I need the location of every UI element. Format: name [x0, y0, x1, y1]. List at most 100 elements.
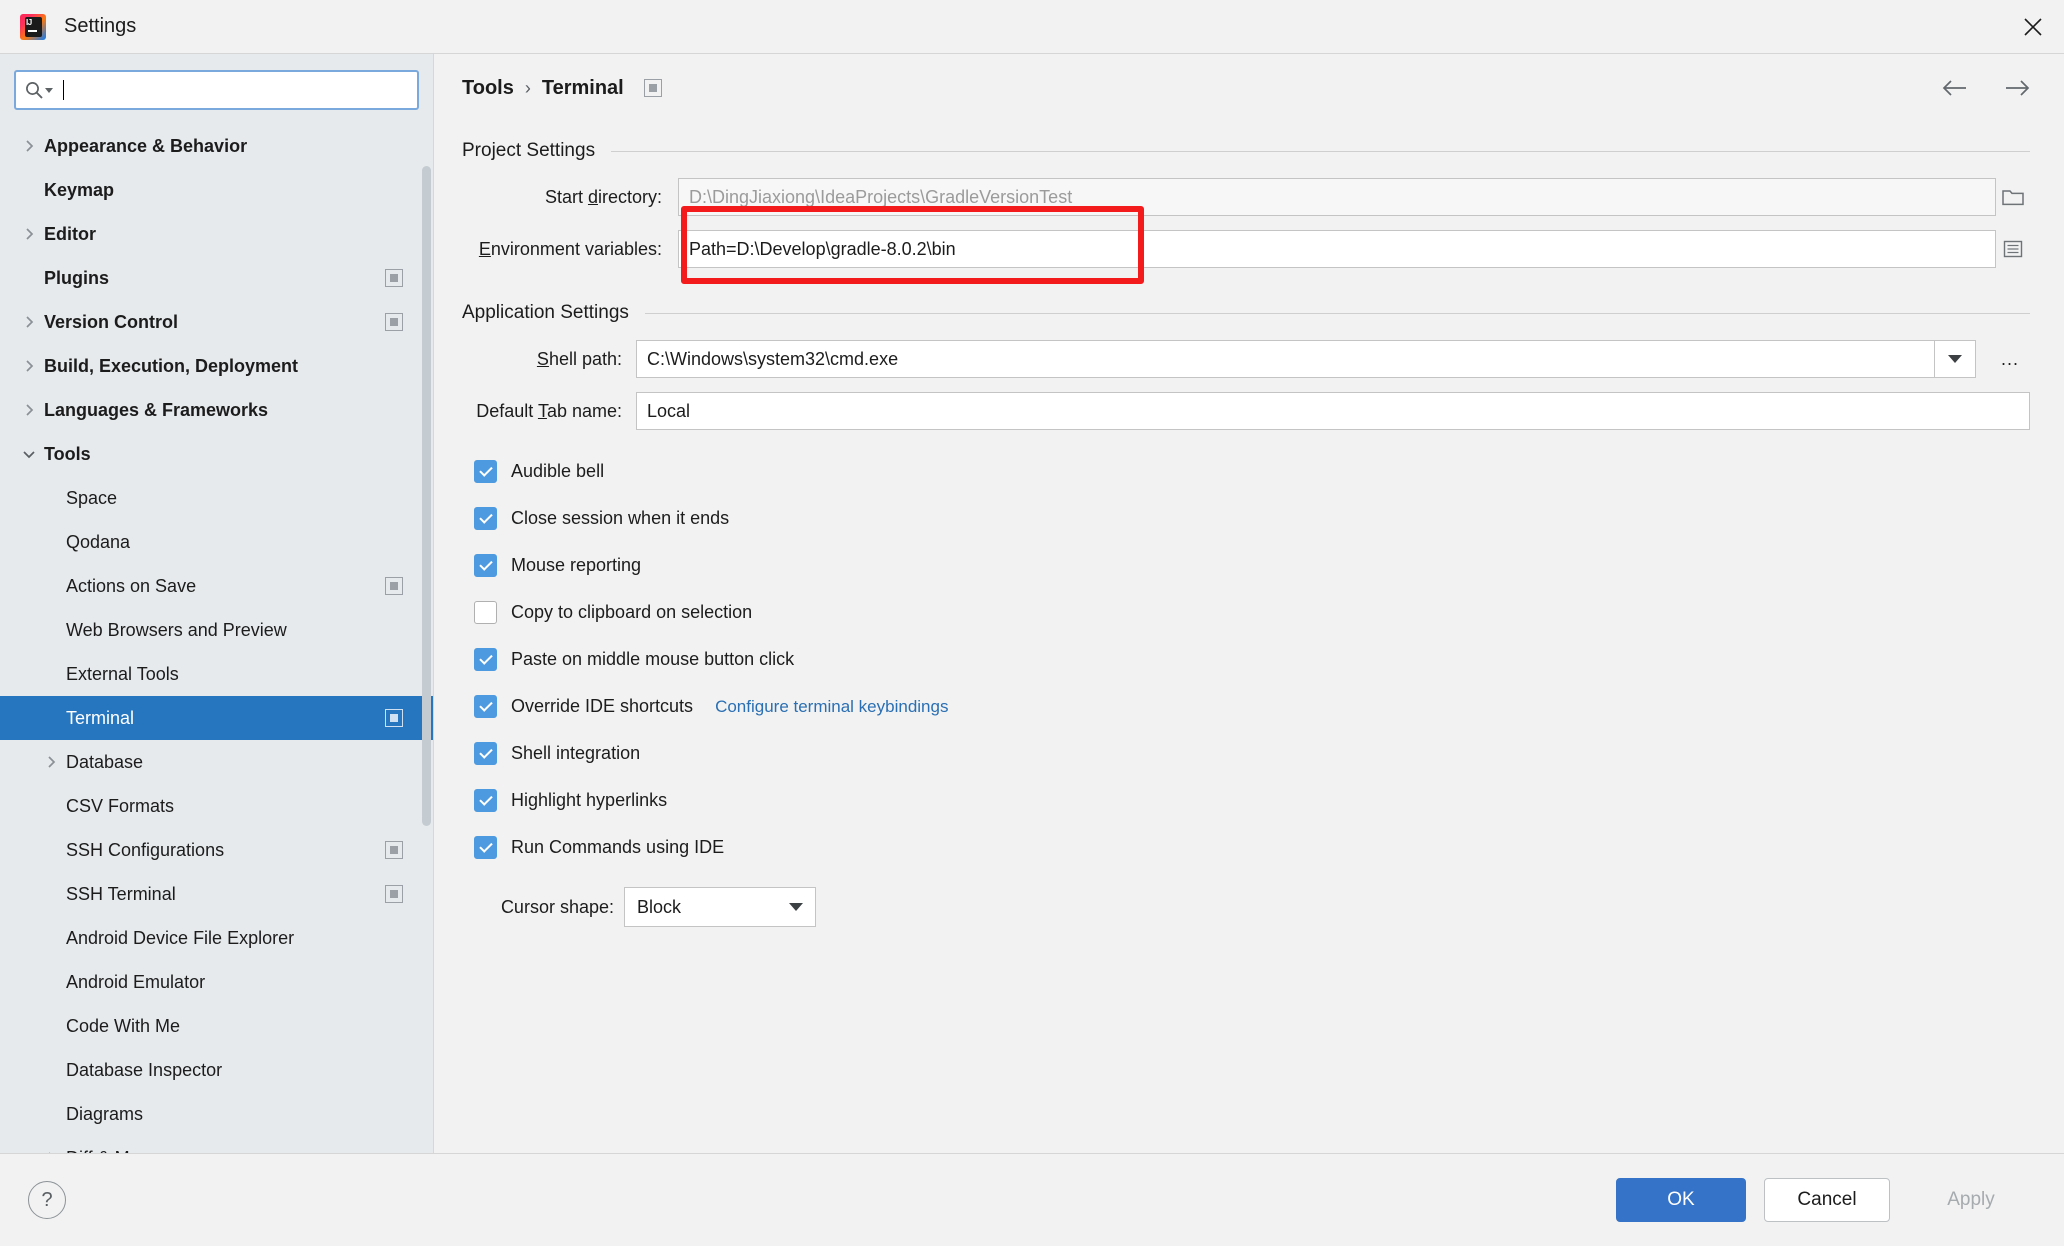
settings-tree[interactable]: Appearance & Behavior Keymap Editor Plugins… — [0, 120, 433, 1153]
chevron-right-icon[interactable] — [14, 227, 44, 241]
checkbox-label[interactable]: Copy to clipboard on selection — [511, 602, 752, 623]
checkbox-row: Highlight hyperlinks — [474, 777, 2030, 824]
group-divider — [611, 150, 2030, 152]
shell-path-combo[interactable]: C:\Windows\system32\cmd.exe — [636, 340, 1976, 378]
sidebar-item-android-device-file-explorer[interactable]: Android Device File Explorer — [0, 916, 433, 960]
checkbox-close-session-when-it-ends[interactable] — [474, 507, 497, 530]
sidebar-item-plugins[interactable]: Plugins — [0, 256, 433, 300]
checkbox-label[interactable]: Mouse reporting — [511, 555, 641, 576]
checkbox-override-ide-shortcuts[interactable] — [474, 695, 497, 718]
checkbox-shell-integration[interactable] — [474, 742, 497, 765]
sidebar-item-diagrams[interactable]: Diagrams — [0, 1092, 433, 1136]
project-settings-group-header: Project Settings — [462, 140, 2030, 162]
breadcrumb-current: Terminal — [541, 76, 624, 99]
sidebar-item-label: Keymap — [44, 179, 115, 200]
sidebar-item-diff-merge[interactable]: Diff & Merge — [0, 1136, 433, 1153]
search-input[interactable] — [66, 79, 409, 101]
sidebar-item-build-execution-deployment[interactable]: Build, Execution, Deployment — [0, 344, 433, 388]
environment-variables-input[interactable]: Path=D:\Develop\gradle-8.0.2\bin — [678, 230, 1996, 268]
chevron-down-icon[interactable] — [14, 447, 44, 461]
search-box[interactable] — [14, 70, 419, 110]
apply-button[interactable]: Apply — [1908, 1178, 2034, 1222]
sidebar-item-database[interactable]: Database — [0, 740, 433, 784]
checkbox-row: Run Commands using IDE — [474, 824, 2030, 871]
sidebar-item-label: Android Device File Explorer — [66, 927, 295, 948]
checkbox-label[interactable]: Shell integration — [511, 743, 640, 764]
list-editor-icon[interactable] — [1996, 230, 2030, 268]
sidebar-item-label: Code With Me — [66, 1015, 181, 1036]
sidebar-item-ssh-terminal[interactable]: SSH Terminal — [0, 872, 433, 916]
sidebar-item-external-tools[interactable]: External Tools — [0, 652, 433, 696]
sidebar-item-languages-frameworks[interactable]: Languages & Frameworks — [0, 388, 433, 432]
back-arrow-icon[interactable] — [1942, 79, 1968, 97]
project-scope-icon — [385, 841, 403, 859]
sidebar-item-code-with-me[interactable]: Code With Me — [0, 1004, 433, 1048]
chevron-down-icon[interactable] — [1934, 340, 1976, 378]
breadcrumb-separator: › — [524, 77, 531, 98]
sidebar-item-tools[interactable]: Tools — [0, 432, 433, 476]
settings-dialog: IJ Settings Appearance & Behavior Keymap… — [0, 0, 2064, 1246]
help-icon[interactable]: ? — [28, 1181, 66, 1219]
sidebar-item-label: Terminal — [66, 707, 135, 728]
sidebar-item-label: Web Browsers and Preview — [66, 619, 287, 640]
window-title: Settings — [64, 15, 137, 37]
checkbox-row: Paste on middle mouse button click — [474, 636, 2030, 683]
checkbox-run-commands-using-ide[interactable] — [474, 836, 497, 859]
sidebar-item-label: Android Emulator — [66, 971, 206, 992]
sidebar-item-android-emulator[interactable]: Android Emulator — [0, 960, 433, 1004]
checkbox-highlight-hyperlinks[interactable] — [474, 789, 497, 812]
shell-path-input[interactable]: C:\Windows\system32\cmd.exe — [636, 340, 1934, 378]
sidebar-scrollbar[interactable] — [422, 166, 431, 826]
close-icon[interactable] — [2002, 0, 2064, 53]
breadcrumb: Tools › Terminal — [434, 54, 2064, 122]
sidebar-item-web-browsers-and-preview[interactable]: Web Browsers and Preview — [0, 608, 433, 652]
sidebar-item-editor[interactable]: Editor — [0, 212, 433, 256]
sidebar-item-csv-formats[interactable]: CSV Formats — [0, 784, 433, 828]
search-text-cursor — [63, 80, 64, 100]
sidebar-item-actions-on-save[interactable]: Actions on Save — [0, 564, 433, 608]
sidebar-item-qodana[interactable]: Qodana — [0, 520, 433, 564]
breadcrumb-root[interactable]: Tools — [462, 77, 514, 100]
ok-button[interactable]: OK — [1616, 1178, 1746, 1222]
sidebar-item-appearance-behavior[interactable]: Appearance & Behavior — [0, 124, 433, 168]
sidebar-item-label: External Tools — [66, 663, 179, 684]
sidebar-item-ssh-configurations[interactable]: SSH Configurations — [0, 828, 433, 872]
checkbox-label[interactable]: Run Commands using IDE — [511, 837, 724, 858]
chevron-right-icon[interactable] — [14, 403, 44, 417]
forward-arrow-icon[interactable] — [2004, 79, 2030, 97]
cursor-shape-row: Cursor shape: Block — [462, 887, 2030, 927]
checkbox-row: Mouse reporting — [474, 542, 2030, 589]
cancel-button[interactable]: Cancel — [1764, 1178, 1890, 1222]
checkbox-paste-on-middle-mouse-button-click[interactable] — [474, 648, 497, 671]
checkbox-label[interactable]: Close session when it ends — [511, 508, 729, 529]
sidebar-item-label: Languages & Frameworks — [44, 399, 269, 420]
default-tab-name-input[interactable]: Local — [636, 392, 2030, 430]
checkbox-label[interactable]: Override IDE shortcuts — [511, 696, 693, 717]
chevron-right-icon[interactable] — [14, 359, 44, 373]
chevron-right-icon[interactable] — [36, 755, 66, 769]
shell-path-browse-button[interactable]: ... — [1990, 340, 2030, 378]
start-directory-input[interactable]: D:\DingJiaxiong\IdeaProjects\GradleVersi… — [678, 178, 1996, 216]
checkbox-label[interactable]: Paste on middle mouse button click — [511, 649, 794, 670]
cursor-shape-select[interactable]: Block — [624, 887, 816, 927]
configure-terminal-keybindings-link[interactable]: Configure terminal keybindings — [715, 697, 948, 717]
sidebar-item-label: SSH Terminal — [66, 883, 176, 904]
sidebar-item-label: Database Inspector — [66, 1059, 223, 1080]
sidebar-item-version-control[interactable]: Version Control — [0, 300, 433, 344]
chevron-right-icon[interactable] — [36, 1151, 66, 1153]
default-tab-name-row: Default Tab name: Local — [462, 392, 2030, 430]
checkbox-label[interactable]: Audible bell — [511, 461, 604, 482]
sidebar-item-label: Tools — [44, 443, 91, 464]
chevron-right-icon[interactable] — [14, 139, 44, 153]
checkbox-mouse-reporting[interactable] — [474, 554, 497, 577]
sidebar-item-terminal[interactable]: Terminal — [0, 696, 433, 740]
search-dropdown-caret-icon[interactable] — [45, 87, 53, 93]
checkbox-audible-bell[interactable] — [474, 460, 497, 483]
checkbox-copy-to-clipboard-on-selection[interactable] — [474, 601, 497, 624]
folder-icon[interactable] — [1996, 178, 2030, 216]
sidebar-item-keymap[interactable]: Keymap — [0, 168, 433, 212]
checkbox-label[interactable]: Highlight hyperlinks — [511, 790, 667, 811]
sidebar-item-space[interactable]: Space — [0, 476, 433, 520]
sidebar-item-database-inspector[interactable]: Database Inspector — [0, 1048, 433, 1092]
chevron-right-icon[interactable] — [14, 315, 44, 329]
